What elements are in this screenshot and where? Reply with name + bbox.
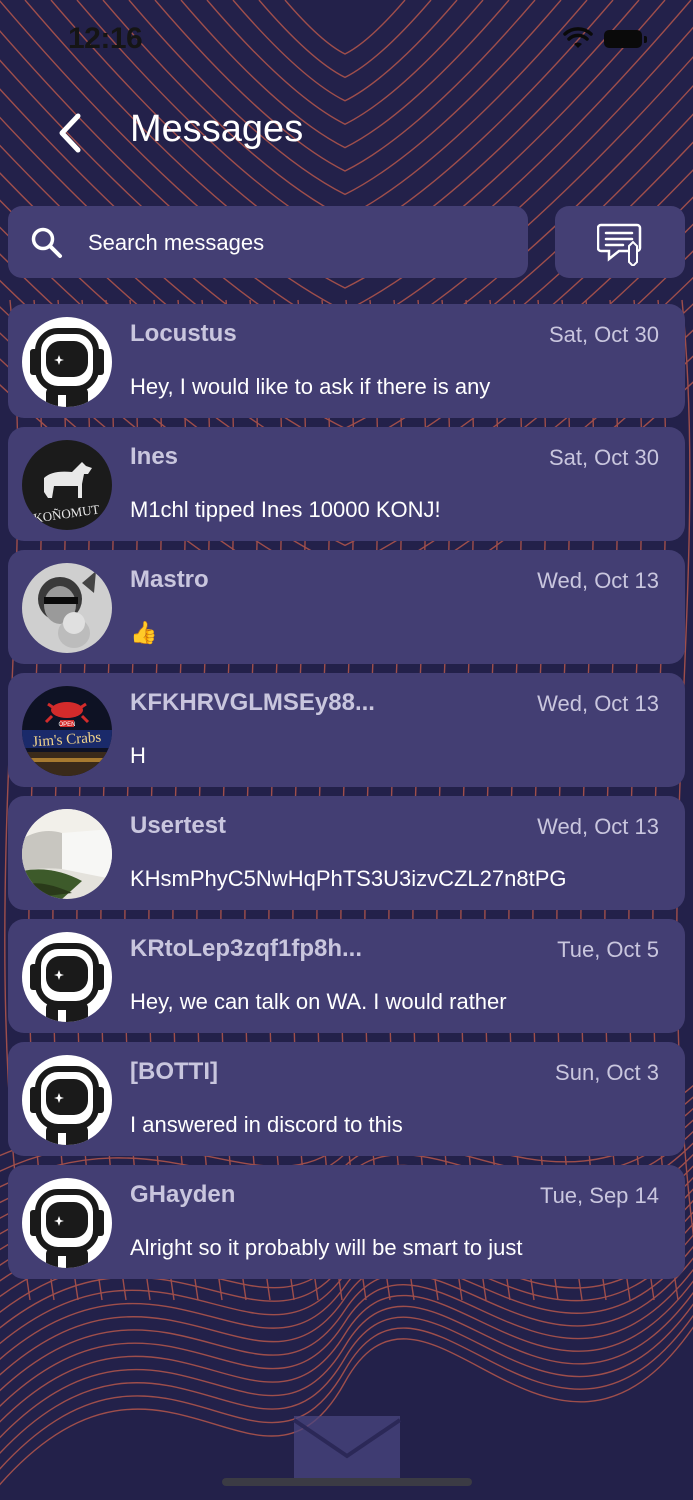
astronaut-avatar-icon (22, 932, 112, 1022)
conversation-item[interactable]: OPEN Jim's Crabs KFKHRVGLMSEy88... Wed, O… (8, 673, 685, 787)
photo-avatar (22, 563, 112, 653)
conversation-name: KFKHRVGLMSEy88... (130, 689, 375, 716)
mail-envelope-icon (292, 1416, 402, 1478)
conversation-preview: I answered in discord to this (130, 1112, 403, 1137)
avatar (22, 317, 112, 407)
avatar (22, 563, 112, 653)
conversation-date: Tue, Sep 14 (539, 1183, 659, 1208)
search-bar (8, 206, 528, 280)
conversation-date: Sat, Oct 30 (548, 322, 659, 347)
page-title: Messages (130, 108, 304, 150)
conversation-item[interactable]: KRtoLep3zqf1fp8h... Tue, Oct 5 Hey, we can… (8, 919, 685, 1033)
conversation-preview: M1chl tipped Ines 10000 KONJ! (130, 497, 441, 522)
conversation-name: KRtoLep3zqf1fp8h... (130, 935, 362, 962)
compose-button[interactable] (555, 206, 685, 278)
conversation-item[interactable]: [BOTTI] Sun, Oct 3 I answered in discord t… (8, 1042, 685, 1156)
conversation-preview: Alright so it probably will be smart to … (130, 1235, 523, 1260)
conversation-date: Sat, Oct 30 (548, 445, 659, 470)
conversation-item[interactable]: Locustus Sat, Oct 30 Hey, I would like to … (8, 304, 685, 418)
conversation-name: Ines (130, 443, 179, 470)
conversation-preview: Hey, we can talk on WA. I would rather (130, 989, 507, 1014)
conversation-date: Wed, Oct 13 (537, 814, 659, 839)
chevron-left-icon (59, 113, 81, 153)
conversation-preview: Hey, I would like to ask if there is any (130, 374, 491, 399)
avatar (22, 1178, 112, 1268)
conversation-date: Tue, Oct 5 (557, 937, 659, 962)
avatar (22, 932, 112, 1022)
conversation-item[interactable]: GHayden Tue, Sep 14 Alright so it probably… (8, 1165, 685, 1279)
conversation-name: Usertest (130, 812, 227, 839)
crab-sign-small-text: OPEN (58, 722, 75, 728)
home-indicator (222, 1478, 472, 1486)
avatar: KOÑOMUT (22, 440, 112, 530)
conversation-preview: KHsmPhyC5NwHqPhTS3U3izvCZL27n8tPG (130, 866, 567, 891)
avatar (22, 809, 112, 899)
conversation-item[interactable]: Mastro Wed, Oct 13 👍 (8, 550, 685, 664)
conversation-name: Mastro (130, 566, 209, 593)
status-bar: 12:16 (0, 0, 693, 80)
battery-icon (604, 30, 647, 48)
crab-sign-avatar: OPEN Jim's Crabs (22, 686, 112, 776)
conversation-date: Sun, Oct 3 (555, 1060, 659, 1085)
status-time: 12:16 (68, 22, 143, 55)
horse-logo-avatar: KOÑOMUT (22, 440, 112, 530)
avatar (22, 1055, 112, 1145)
astronaut-avatar-icon (22, 1178, 112, 1268)
conversation-item[interactable]: Usertest Wed, Oct 13 KHsmPhyC5NwHqPhTS3U3i… (8, 796, 685, 910)
compose-message-icon (597, 223, 642, 266)
wifi-icon (563, 27, 593, 48)
conversation-name: GHayden (130, 1181, 236, 1208)
conversation-date: Wed, Oct 13 (537, 691, 659, 716)
astronaut-avatar-icon (22, 317, 112, 407)
conversation-name: [BOTTI] (130, 1058, 218, 1085)
conversation-preview: 👍 (130, 620, 158, 645)
search-icon (31, 227, 62, 258)
waterfall-avatar (22, 809, 112, 899)
conversation-item[interactable]: KOÑOMUT Ines Sat, Oct 30 M1chl tipped Ines… (8, 427, 685, 541)
avatar: OPEN Jim's Crabs (22, 686, 112, 776)
header: Messages (0, 100, 693, 170)
back-button[interactable] (50, 108, 90, 158)
astronaut-avatar-icon (22, 1055, 112, 1145)
conversation-name: Locustus (130, 320, 237, 347)
conversation-preview: H (130, 743, 146, 768)
conversation-date: Wed, Oct 13 (537, 568, 659, 593)
search-input[interactable] (86, 206, 520, 280)
